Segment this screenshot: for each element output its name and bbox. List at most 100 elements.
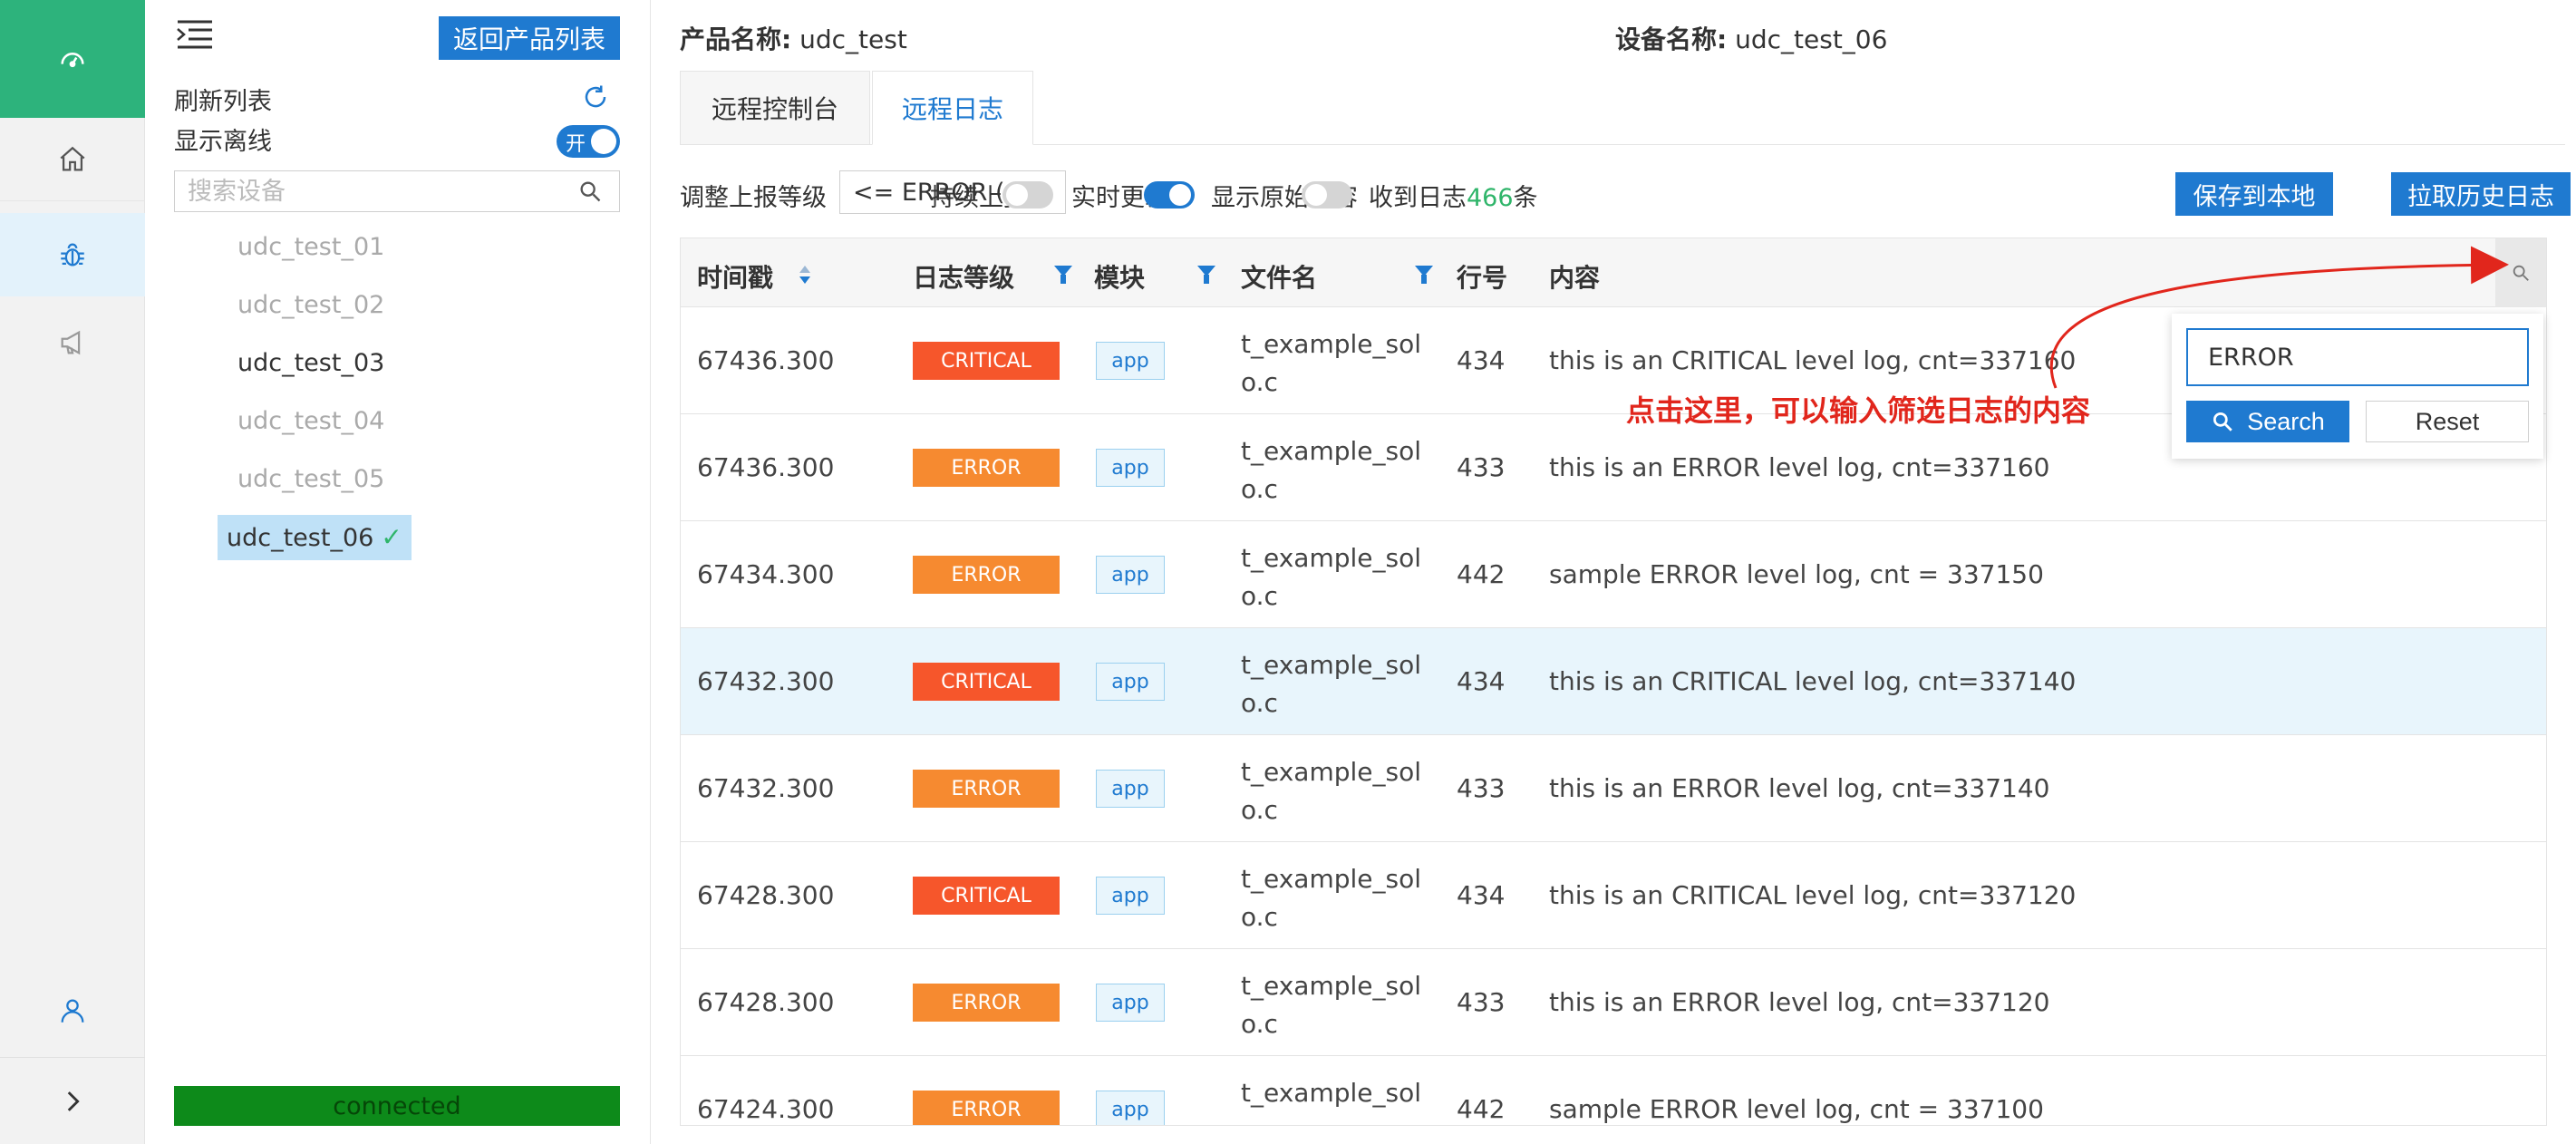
continuous-report-toggle[interactable] <box>1002 181 1053 208</box>
module-tag: app <box>1096 342 1165 380</box>
table-row[interactable]: 67428.300 ERROR app t_example_solo.c 433 this… <box>681 949 2546 1056</box>
line-cell: 442 <box>1457 559 1506 589</box>
tab-bar: 远程控制台 远程日志 <box>680 71 2565 145</box>
user-icon[interactable] <box>0 970 145 1052</box>
line-cell: 442 <box>1457 1094 1506 1124</box>
col-level: 日志等级 <box>913 263 1015 293</box>
timestamp-cell: 67434.300 <box>697 559 835 589</box>
filter-search-input[interactable] <box>2186 328 2529 386</box>
module-tag: app <box>1096 770 1165 808</box>
search-icon <box>2213 412 2232 431</box>
file-cell: t_example_solo.c <box>1241 971 1421 1039</box>
check-icon: ✓ <box>381 522 402 552</box>
show-offline-toggle[interactable]: 开 <box>557 125 620 158</box>
timestamp-cell: 67436.300 <box>697 452 835 482</box>
device-item[interactable]: udc_test_06 ✓ <box>218 515 412 560</box>
toggle-knob <box>591 129 616 154</box>
connection-status-bar: connected <box>174 1086 620 1126</box>
table-row[interactable]: 67432.300 CRITICAL app t_example_solo.c 434 t… <box>681 628 2546 735</box>
timestamp-cell: 67432.300 <box>697 773 835 803</box>
timestamp-cell: 67436.300 <box>697 345 835 375</box>
content-cell: this is an ERROR level log, cnt=337160 <box>1549 452 2050 482</box>
filter-search-button[interactable]: Search <box>2186 401 2349 442</box>
menu-collapse-icon[interactable] <box>176 18 214 51</box>
file-cell: t_example_solo.c <box>1241 329 1421 397</box>
log-count: 收到日志466条 <box>1369 178 1538 213</box>
table-row[interactable]: 67434.300 ERROR app t_example_solo.c 442 samp… <box>681 521 2546 628</box>
back-to-products-button[interactable]: 返回产品列表 <box>439 16 620 60</box>
content-cell: this is an CRITICAL level log, cnt=33712… <box>1549 880 2077 910</box>
device-info: 设备名称: udc_test_06 <box>1615 20 1887 56</box>
line-cell: 434 <box>1457 880 1506 910</box>
tab-remote-console[interactable]: 远程控制台 <box>680 71 870 145</box>
level-badge: CRITICAL <box>913 663 1060 701</box>
product-info: 产品名称: udc_test <box>680 20 907 56</box>
filter-icon[interactable] <box>1054 266 1072 284</box>
content-search-icon[interactable] <box>2495 238 2546 307</box>
device-name: udc_test_05 <box>237 465 385 493</box>
col-timestamp[interactable]: 时间戳 <box>697 258 773 295</box>
module-tag: app <box>1096 984 1165 1022</box>
nav-rail <box>0 0 145 1144</box>
table-row[interactable]: 67424.300 ERROR app t_example_solo.c 442 samp… <box>681 1056 2546 1125</box>
log-count-suffix: 条 <box>1513 184 1538 212</box>
device-search-input[interactable] <box>188 177 550 206</box>
refresh-icon[interactable] <box>582 83 609 111</box>
module-tag: app <box>1096 1091 1165 1125</box>
device-search-box <box>174 170 620 212</box>
table-row[interactable]: 67432.300 ERROR app t_example_solo.c 433 this… <box>681 735 2546 842</box>
timestamp-cell: 67428.300 <box>697 880 835 910</box>
filter-icon[interactable] <box>1197 266 1215 284</box>
col-line: 行号 <box>1457 263 1508 293</box>
realtime-update-toggle[interactable] <box>1144 181 1195 208</box>
device-name: udc_test_04 <box>237 407 385 435</box>
content-cell: this is an ERROR level log, cnt=337140 <box>1549 773 2050 803</box>
save-local-button[interactable]: 保存到本地 <box>2175 172 2333 216</box>
device-name: udc_test_01 <box>237 233 385 261</box>
col-module: 模块 <box>1094 263 1146 293</box>
speaker-icon[interactable] <box>0 301 145 384</box>
device-name-value: udc_test_06 <box>1735 24 1888 54</box>
content-cell: this is an CRITICAL level log, cnt=33714… <box>1549 666 2077 696</box>
pull-history-button[interactable]: 拉取历史日志 <box>2391 172 2571 216</box>
timestamp-cell: 67432.300 <box>697 666 835 696</box>
line-cell: 433 <box>1457 452 1506 482</box>
filter-icon[interactable] <box>1415 266 1433 284</box>
device-item[interactable]: udc_test_02 <box>227 283 395 328</box>
bug-icon[interactable] <box>0 213 145 296</box>
level-badge: ERROR <box>913 984 1060 1022</box>
filter-reset-button[interactable]: Reset <box>2366 401 2529 442</box>
toggle-knob <box>1305 184 1327 206</box>
level-badge: ERROR <box>913 1091 1060 1125</box>
search-icon[interactable] <box>577 179 603 204</box>
show-raw-toggle[interactable] <box>1302 181 1352 208</box>
module-tag: app <box>1096 556 1165 594</box>
table-row[interactable]: 67428.300 CRITICAL app t_example_solo.c 434 t… <box>681 842 2546 949</box>
product-name-value: udc_test <box>799 24 907 54</box>
log-count-value: 466 <box>1467 184 1514 212</box>
device-item[interactable]: udc_test_05 <box>227 457 395 502</box>
content-cell: sample ERROR level log, cnt = 337100 <box>1549 1094 2044 1124</box>
sort-icon[interactable] <box>799 262 811 284</box>
chevron-right-icon[interactable] <box>0 1057 145 1144</box>
device-name: udc_test_03 <box>237 349 385 377</box>
home-icon[interactable] <box>0 118 145 201</box>
device-item[interactable]: udc_test_01 <box>227 225 395 270</box>
toggle-knob <box>1006 184 1028 206</box>
line-cell: 434 <box>1457 666 1506 696</box>
toggle-on-text: 开 <box>566 133 586 156</box>
device-item[interactable]: udc_test_04 <box>227 399 395 444</box>
content-cell: sample ERROR level log, cnt = 337150 <box>1549 559 2044 589</box>
content-cell: this is an ERROR level log, cnt=337120 <box>1549 987 2050 1017</box>
module-tag: app <box>1096 663 1165 701</box>
refresh-list-label: 刷新列表 <box>174 88 272 116</box>
level-badge: ERROR <box>913 556 1060 594</box>
main-content: 产品名称: udc_test 设备名称: udc_test_06 远程控制台 远… <box>651 0 2576 1144</box>
content-cell: this is an CRITICAL level log, cnt=33716… <box>1549 345 2077 375</box>
module-tag: app <box>1096 877 1165 915</box>
annotation-text: 点击这里，可以输入筛选日志的内容 <box>1626 393 2091 428</box>
tab-remote-log[interactable]: 远程日志 <box>872 71 1033 145</box>
device-item[interactable]: udc_test_03 <box>227 341 395 386</box>
timestamp-cell: 67428.300 <box>697 987 835 1017</box>
dashboard-icon[interactable] <box>0 0 145 118</box>
